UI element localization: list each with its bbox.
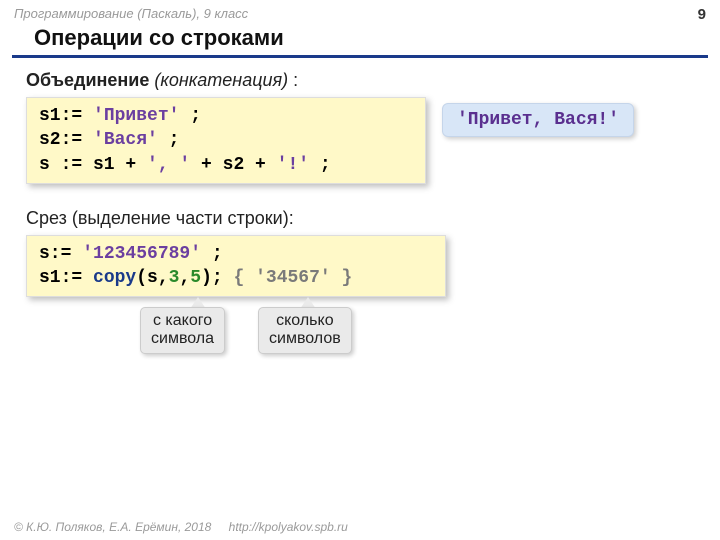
footer: © К.Ю. Поляков, Е.А. Ерёмин, 2018 http:/… [14, 520, 348, 534]
section1-tail: : [288, 70, 298, 90]
label-char-count: сколько символов [258, 307, 352, 354]
code-line: s2:= 'Вася' ; [39, 128, 413, 152]
label-from-char: с какого символа [140, 307, 225, 354]
result-callout-1: 'Привет, Вася!' [442, 103, 634, 137]
code-block-1: s1:= 'Привет' ; s2:= 'Вася' ; s := s1 + … [26, 97, 426, 184]
page-number: 9 [698, 6, 706, 23]
section2-label: Срез (выделение части строки): [0, 198, 720, 235]
header-bar: Программирование (Паскаль), 9 класс 9 [0, 0, 720, 25]
footer-url: http://kpolyakov.spb.ru [229, 520, 348, 534]
code-line: s1:= copy(s,3,5); { '34567' } [39, 266, 433, 290]
code-line: s := s1 + ', ' + s2 + '!' ; [39, 153, 413, 177]
section1-italic: (конкатенация) [154, 70, 288, 90]
course-name: Программирование (Паскаль), 9 класс [14, 6, 248, 23]
page-title: Операции со строками [12, 25, 708, 58]
code-line: s:= '123456789' ; [39, 242, 433, 266]
code-line: s1:= 'Привет' ; [39, 104, 413, 128]
section1-bold: Объединение [26, 70, 149, 90]
code-block-2: s:= '123456789' ; s1:= copy(s,3,5); { '3… [26, 235, 446, 298]
section1-label: Объединение (конкатенация) : [0, 66, 720, 97]
copyright: © К.Ю. Поляков, Е.А. Ерёмин, 2018 [14, 520, 211, 534]
